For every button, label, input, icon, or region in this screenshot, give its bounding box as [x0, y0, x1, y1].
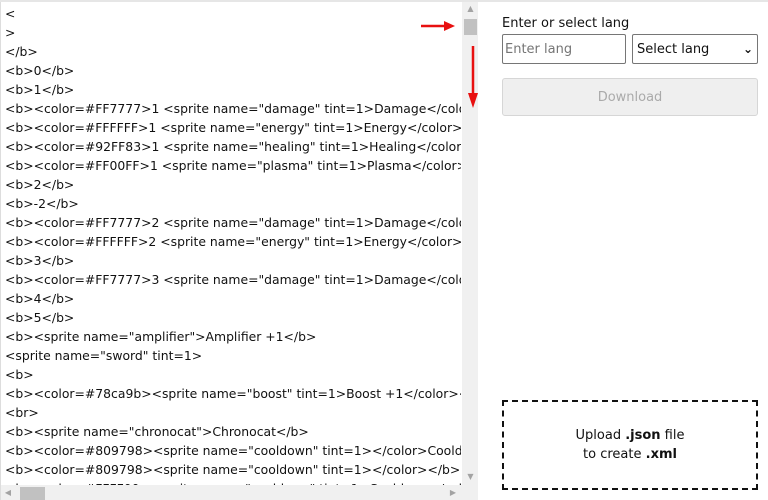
scroll-up-arrow-icon[interactable]: ▲: [462, 4, 479, 13]
text-lines[interactable]: < > </b> <b>0</b> <b>1</b> <b><color=#FF7777>…: [5, 4, 461, 485]
text-line: <b><color=#FFFFFF>2 <sprite name="energy…: [5, 234, 461, 249]
upload-text-line1: Upload .json file: [576, 426, 685, 445]
text-line: <b><color=#FF7777>2 <sprite name="damage…: [5, 215, 461, 230]
text-line: <b>4</b>: [5, 291, 75, 306]
upload-dropzone[interactable]: Upload .json file to create .xml: [502, 400, 758, 490]
text-line: >: [5, 25, 16, 40]
horizontal-scroll-thumb[interactable]: [20, 487, 45, 500]
text-line: <b><color=#809798><sprite name="cooldown…: [5, 443, 461, 458]
text-line: <b>5</b>: [5, 310, 75, 325]
text-line: <b><color=#FF00FF>1 <sprite name="plasma…: [5, 158, 461, 173]
text-line: <b>2</b>: [5, 177, 75, 192]
text-line: <b>1</b>: [5, 82, 75, 97]
text-line: <sprite name="sword" tint=1>: [5, 348, 203, 363]
text-line: </b>: [5, 44, 38, 59]
text-line: <b><color=#FFFFFF>1 <sprite name="energy…: [5, 120, 461, 135]
vertical-scroll-thumb[interactable]: [464, 19, 477, 35]
horizontal-scrollbar[interactable]: ◀ ▶: [1, 485, 462, 500]
text-line: <b>0</b>: [5, 63, 75, 78]
scroll-right-arrow-icon[interactable]: ▶: [446, 488, 460, 497]
scroll-left-arrow-icon[interactable]: ◀: [1, 488, 15, 497]
upload-text: to create: [583, 447, 646, 462]
upload-text: Upload: [575, 428, 626, 443]
scroll-down-arrow-icon[interactable]: ▼: [462, 472, 479, 481]
vertical-scrollbar[interactable]: ▲ ▼: [462, 2, 479, 485]
text-line: <b><color=#809798><sprite name="cooldown…: [5, 462, 461, 477]
text-line: <b><color=#FF7777>3 <sprite name="damage…: [5, 272, 461, 287]
lang-select[interactable]: Select lang ⌄: [632, 34, 758, 64]
download-button[interactable]: Download: [502, 78, 758, 116]
lang-select-value: Select lang: [637, 41, 710, 57]
right-panel: Enter or select lang Select lang ⌄ Downl…: [478, 2, 768, 500]
text-line: <b><sprite name="amplifier">Amplifier +1…: [5, 329, 317, 344]
json-ext: .json: [625, 428, 661, 443]
text-line: <b><color=#92FF83>1 <sprite name="healin…: [5, 139, 461, 154]
lang-input[interactable]: [502, 34, 626, 64]
chevron-down-icon: ⌄: [742, 42, 753, 56]
text-line: <b>3</b>: [5, 253, 75, 268]
text-line: <b>: [5, 367, 34, 382]
text-line: <b><sprite name="chronocat">Chronocat</b…: [5, 424, 309, 439]
text-line: <b>-2</b>: [5, 196, 79, 211]
upload-text: file: [660, 428, 685, 443]
text-line: <br>: [5, 405, 39, 420]
upload-text-line2: to create .xml: [583, 445, 677, 464]
text-line: <: [5, 6, 16, 21]
text-line: <b><color=#78ca9b><sprite name="boost" t…: [5, 386, 461, 401]
lang-label: Enter or select lang: [502, 16, 630, 31]
scrollbar-corner: [462, 485, 479, 500]
text-line: <b><color=#FF7777>1 <sprite name="damage…: [5, 101, 461, 116]
xml-text-area[interactable]: < > </b> <b>0</b> <b>1</b> <b><color=#FF7777>…: [0, 2, 479, 500]
xml-ext: .xml: [645, 447, 677, 462]
